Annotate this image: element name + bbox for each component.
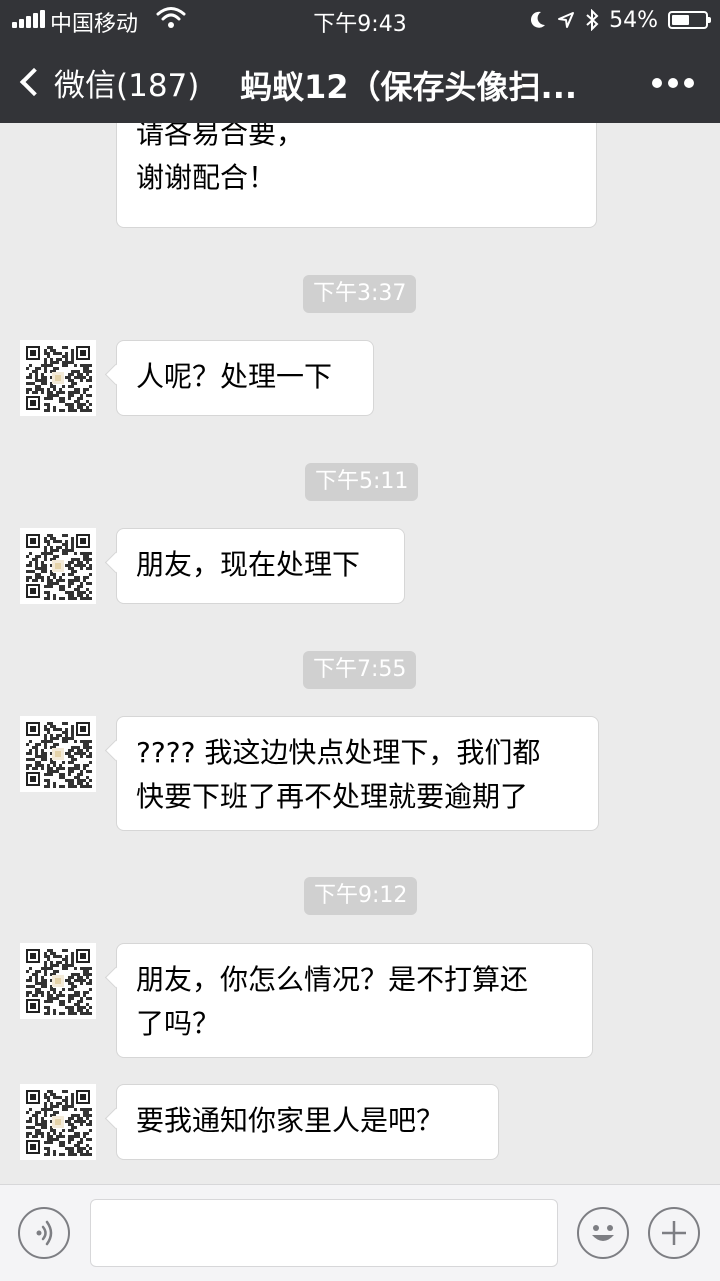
message-text: 朋友，现在处理下 bbox=[136, 548, 361, 581]
input-bar bbox=[0, 1184, 720, 1281]
qr-avatar-icon bbox=[24, 720, 92, 788]
message-text: 要我通知你家里人是吧？ bbox=[136, 1104, 445, 1137]
message-bubble[interactable]: 请各易合要， 谢谢配合！ bbox=[116, 123, 597, 228]
chevron-left-icon bbox=[19, 67, 49, 97]
message-text: 人呢？处理一下 bbox=[136, 360, 333, 393]
message-bubble[interactable]: 要我通知你家里人是吧？ bbox=[116, 1084, 499, 1160]
message-input[interactable] bbox=[90, 1199, 558, 1267]
timestamp: 下午5:11 bbox=[305, 463, 419, 501]
avatar[interactable] bbox=[20, 528, 96, 604]
back-button[interactable]: 微信(187) bbox=[16, 60, 199, 104]
qr-avatar-icon bbox=[24, 947, 92, 1015]
timestamp: 下午3:37 bbox=[303, 275, 417, 313]
message-bubble[interactable]: 朋友，现在处理下 bbox=[116, 528, 405, 604]
status-bar: 中国移动 下午9:43 54% bbox=[0, 0, 720, 40]
moon-icon bbox=[531, 11, 546, 28]
location-icon bbox=[558, 12, 575, 28]
chat-title: 蚂蚁12（保存头像扫... bbox=[240, 68, 578, 106]
message-bubble[interactable]: 人呢？处理一下 bbox=[116, 340, 374, 416]
nav-bar: 微信(187) 蚂蚁12（保存头像扫... bbox=[0, 40, 720, 123]
avatar[interactable] bbox=[20, 340, 96, 416]
voice-button[interactable] bbox=[18, 1207, 70, 1259]
message-list[interactable]: 请各易合要， 谢谢配合！ 下午3:37 人呢？处理一下 下午5:11 朋友，现在… bbox=[0, 123, 720, 1184]
message-text: 快要下班了再不处理就要逾期了 bbox=[136, 780, 529, 813]
more-icon[interactable] bbox=[652, 78, 694, 88]
chat-header: 中国移动 下午9:43 54% 微信(187) 蚂蚁12（保存头像扫... bbox=[0, 0, 720, 123]
message-text: 朋友，你怎么情况？是不打算还 bbox=[136, 963, 529, 996]
plus-button[interactable] bbox=[648, 1207, 700, 1259]
qr-avatar-icon bbox=[24, 532, 92, 600]
plus-icon bbox=[662, 1221, 686, 1245]
qr-avatar-icon bbox=[24, 344, 92, 412]
message-bubble[interactable]: 朋友，你怎么情况？是不打算还 了吗？ bbox=[116, 943, 593, 1058]
battery-icon bbox=[668, 11, 711, 29]
emoji-icon bbox=[592, 1225, 614, 1241]
qr-avatar-icon bbox=[24, 1088, 92, 1156]
emoji-button[interactable] bbox=[577, 1207, 629, 1259]
bluetooth-icon bbox=[586, 9, 599, 31]
battery-percent: 54% bbox=[609, 7, 658, 33]
avatar[interactable] bbox=[20, 1084, 96, 1160]
message-text: 了吗？ bbox=[136, 1007, 221, 1040]
message-text: 谢谢配合！ bbox=[136, 161, 277, 194]
back-label: 微信(187) bbox=[54, 67, 200, 104]
avatar[interactable] bbox=[20, 943, 96, 1019]
message-text: 请各易合要， bbox=[136, 123, 305, 150]
timestamp: 下午9:12 bbox=[304, 877, 418, 915]
timestamp: 下午7:55 bbox=[303, 651, 417, 689]
message-text: ???? 我这边快点处理下，我们都 bbox=[136, 736, 541, 769]
voice-icon bbox=[36, 1220, 53, 1246]
message-bubble[interactable]: ???? 我这边快点处理下，我们都 快要下班了再不处理就要逾期了 bbox=[116, 716, 599, 831]
avatar[interactable] bbox=[20, 716, 96, 792]
